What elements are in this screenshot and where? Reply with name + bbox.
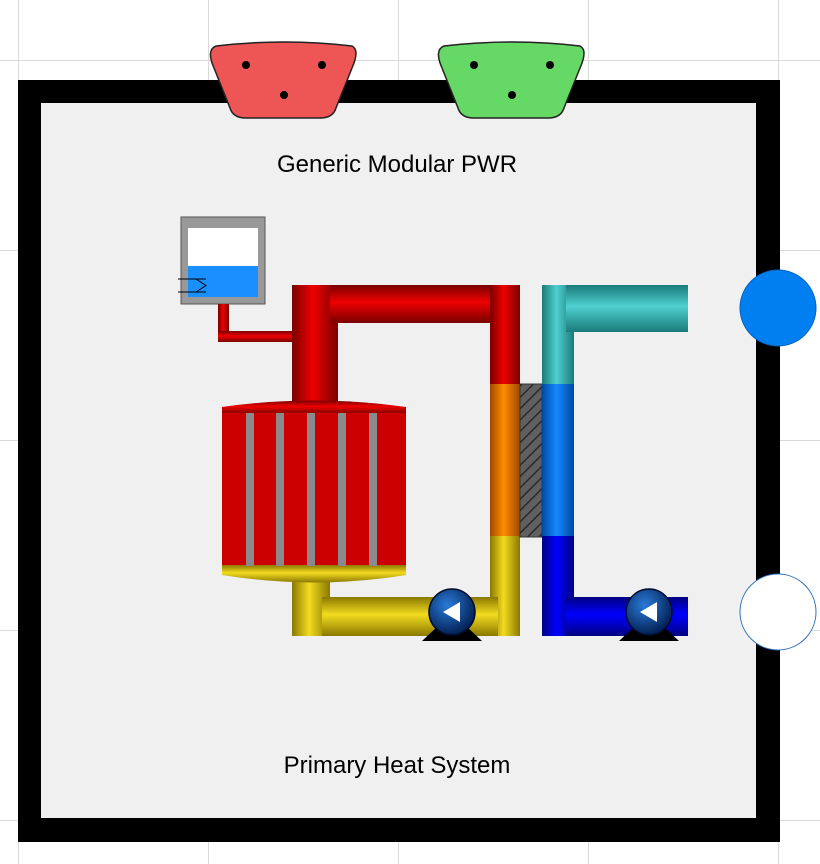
- right-connector-plug[interactable]: [437, 41, 585, 119]
- coolant-inlet-port[interactable]: [739, 573, 817, 651]
- diagram-title: Generic Modular PWR: [277, 151, 517, 178]
- left-connector-plug[interactable]: [209, 41, 357, 119]
- heat-exchanger-wall: [519, 383, 543, 538]
- pwr-diagram: Generic Modular PWR Primary Heat System: [18, 41, 817, 842]
- coolant-outlet-port[interactable]: [739, 269, 817, 347]
- pressurizer-tank: [178, 216, 266, 305]
- reactor-vessel: [222, 400, 406, 583]
- diagram-subtitle: Primary Heat System: [284, 752, 511, 779]
- sg-primary-transition: [490, 384, 520, 537]
